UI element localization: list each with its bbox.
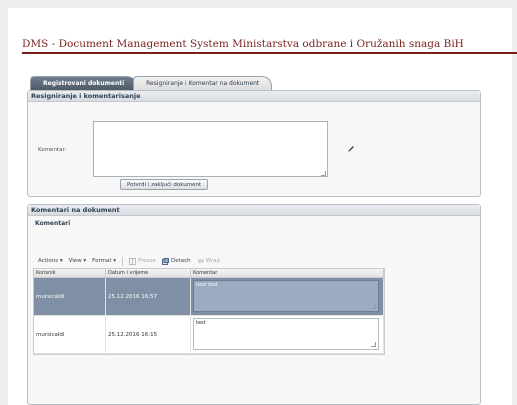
wrap-icon [197,259,204,263]
tab-bar: Registrovani dokumenti Resigniranje i Ko… [30,76,273,90]
wrap-button[interactable]: Wrap [197,258,220,265]
comment-textarea[interactable] [93,121,328,177]
cell-user: mursicaldi [34,316,106,353]
resize-grip-icon[interactable] [371,342,376,347]
comments-panel: Komentari na dokument Komentari Actions … [27,204,481,405]
wrap-label: Wrap [205,258,220,264]
comment-cell-text: test [196,320,206,326]
column-header-comment[interactable]: Komentar [191,269,384,277]
actions-menu[interactable]: Actions ▾ [38,258,63,264]
column-header-user[interactable]: Korisnik [34,269,106,277]
resign-panel: Resigniranje i komentarisanje Komentar: … [27,90,481,197]
confirm-close-button[interactable]: Potvrdi i zaključi dokument [120,179,209,190]
view-menu[interactable]: View ▾ [69,258,87,264]
freeze-icon [129,257,137,265]
detach-button[interactable]: Detach [162,257,191,265]
column-header-datetime[interactable]: Datum i vrijeme [106,269,191,277]
cell-user: mursicaldi [34,278,106,315]
table-row[interactable]: mursicaldi 25.12.2016 16:57 novi test [34,278,384,316]
comment-cell-text: novi test [196,282,218,288]
toolbar-separator [122,256,124,266]
grid-toolbar: Actions ▾ View ▾ Format ▾ Freeze Detach … [32,255,220,267]
tab-registered-documents[interactable]: Registrovani dokumenti [30,76,138,90]
format-menu[interactable]: Format ▾ [92,258,116,264]
detach-label: Detach [171,258,191,264]
cell-datetime: 25.12.2016 16:15 [106,316,191,353]
comments-subpanel: Komentari Actions ▾ View ▾ Format ▾ Free… [32,219,476,404]
resize-grip-icon[interactable] [321,171,326,176]
cell-comment: novi test [191,278,384,315]
comments-table: Korisnik Datum i vrijeme Komentar mursic… [33,268,385,355]
freeze-button[interactable]: Freeze [129,257,157,265]
page-title: DMS - Document Management System Minista… [22,38,517,54]
comment-label: Komentar: [38,147,67,153]
cell-comment: test [191,316,384,353]
cell-datetime: 25.12.2016 16:57 [106,278,191,315]
table-row[interactable]: mursicaldi 25.12.2016 16:15 test [34,316,384,354]
comment-cell-textarea[interactable]: novi test [193,280,379,312]
edit-icon[interactable] [346,144,356,154]
table-header: Korisnik Datum i vrijeme Komentar [34,269,384,278]
tab-resign-comment[interactable]: Resigniranje i Komentar na dokument [133,76,273,90]
comments-subtitle: Komentari [35,220,71,227]
detach-icon [162,257,170,265]
resize-grip-icon[interactable] [371,304,376,309]
resign-panel-title: Resigniranje i komentarisanje [28,91,480,102]
comments-panel-title: Komentari na dokument [28,205,480,216]
comment-cell-textarea[interactable]: test [193,318,379,350]
freeze-label: Freeze [138,258,157,264]
